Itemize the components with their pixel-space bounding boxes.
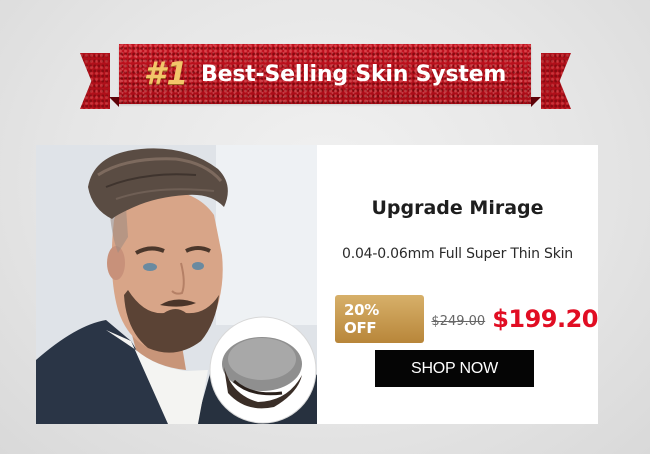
sale-price: $199.20 [492,305,598,333]
price-row: 20% OFF $249.00 $199.20 [335,295,598,343]
banner-headline: Best-Selling Skin System [201,61,507,87]
discount-badge: 20% OFF [335,295,425,343]
product-description: 0.04-0.06mm Full Super Thin Skin [342,246,573,262]
product-card[interactable]: Upgrade Mirage 0.04-0.06mm Full Super Th… [36,145,598,424]
best-seller-banner: #1 Best-Selling Skin System [119,44,531,104]
shop-now-button[interactable]: SHOP NOW [375,350,534,387]
ribbon-tail-right [541,53,571,109]
model-photo[interactable] [36,145,317,424]
hair-system-thumbnail [209,316,317,424]
product-title: Upgrade Mirage [371,197,544,219]
original-price: $249.00 [431,313,486,329]
ribbon-fold-left [109,97,119,107]
rank-label: #1 [143,56,190,92]
ribbon-fold-right [531,97,541,107]
product-info: Upgrade Mirage 0.04-0.06mm Full Super Th… [317,145,598,424]
ribbon-tail-left [80,53,110,109]
